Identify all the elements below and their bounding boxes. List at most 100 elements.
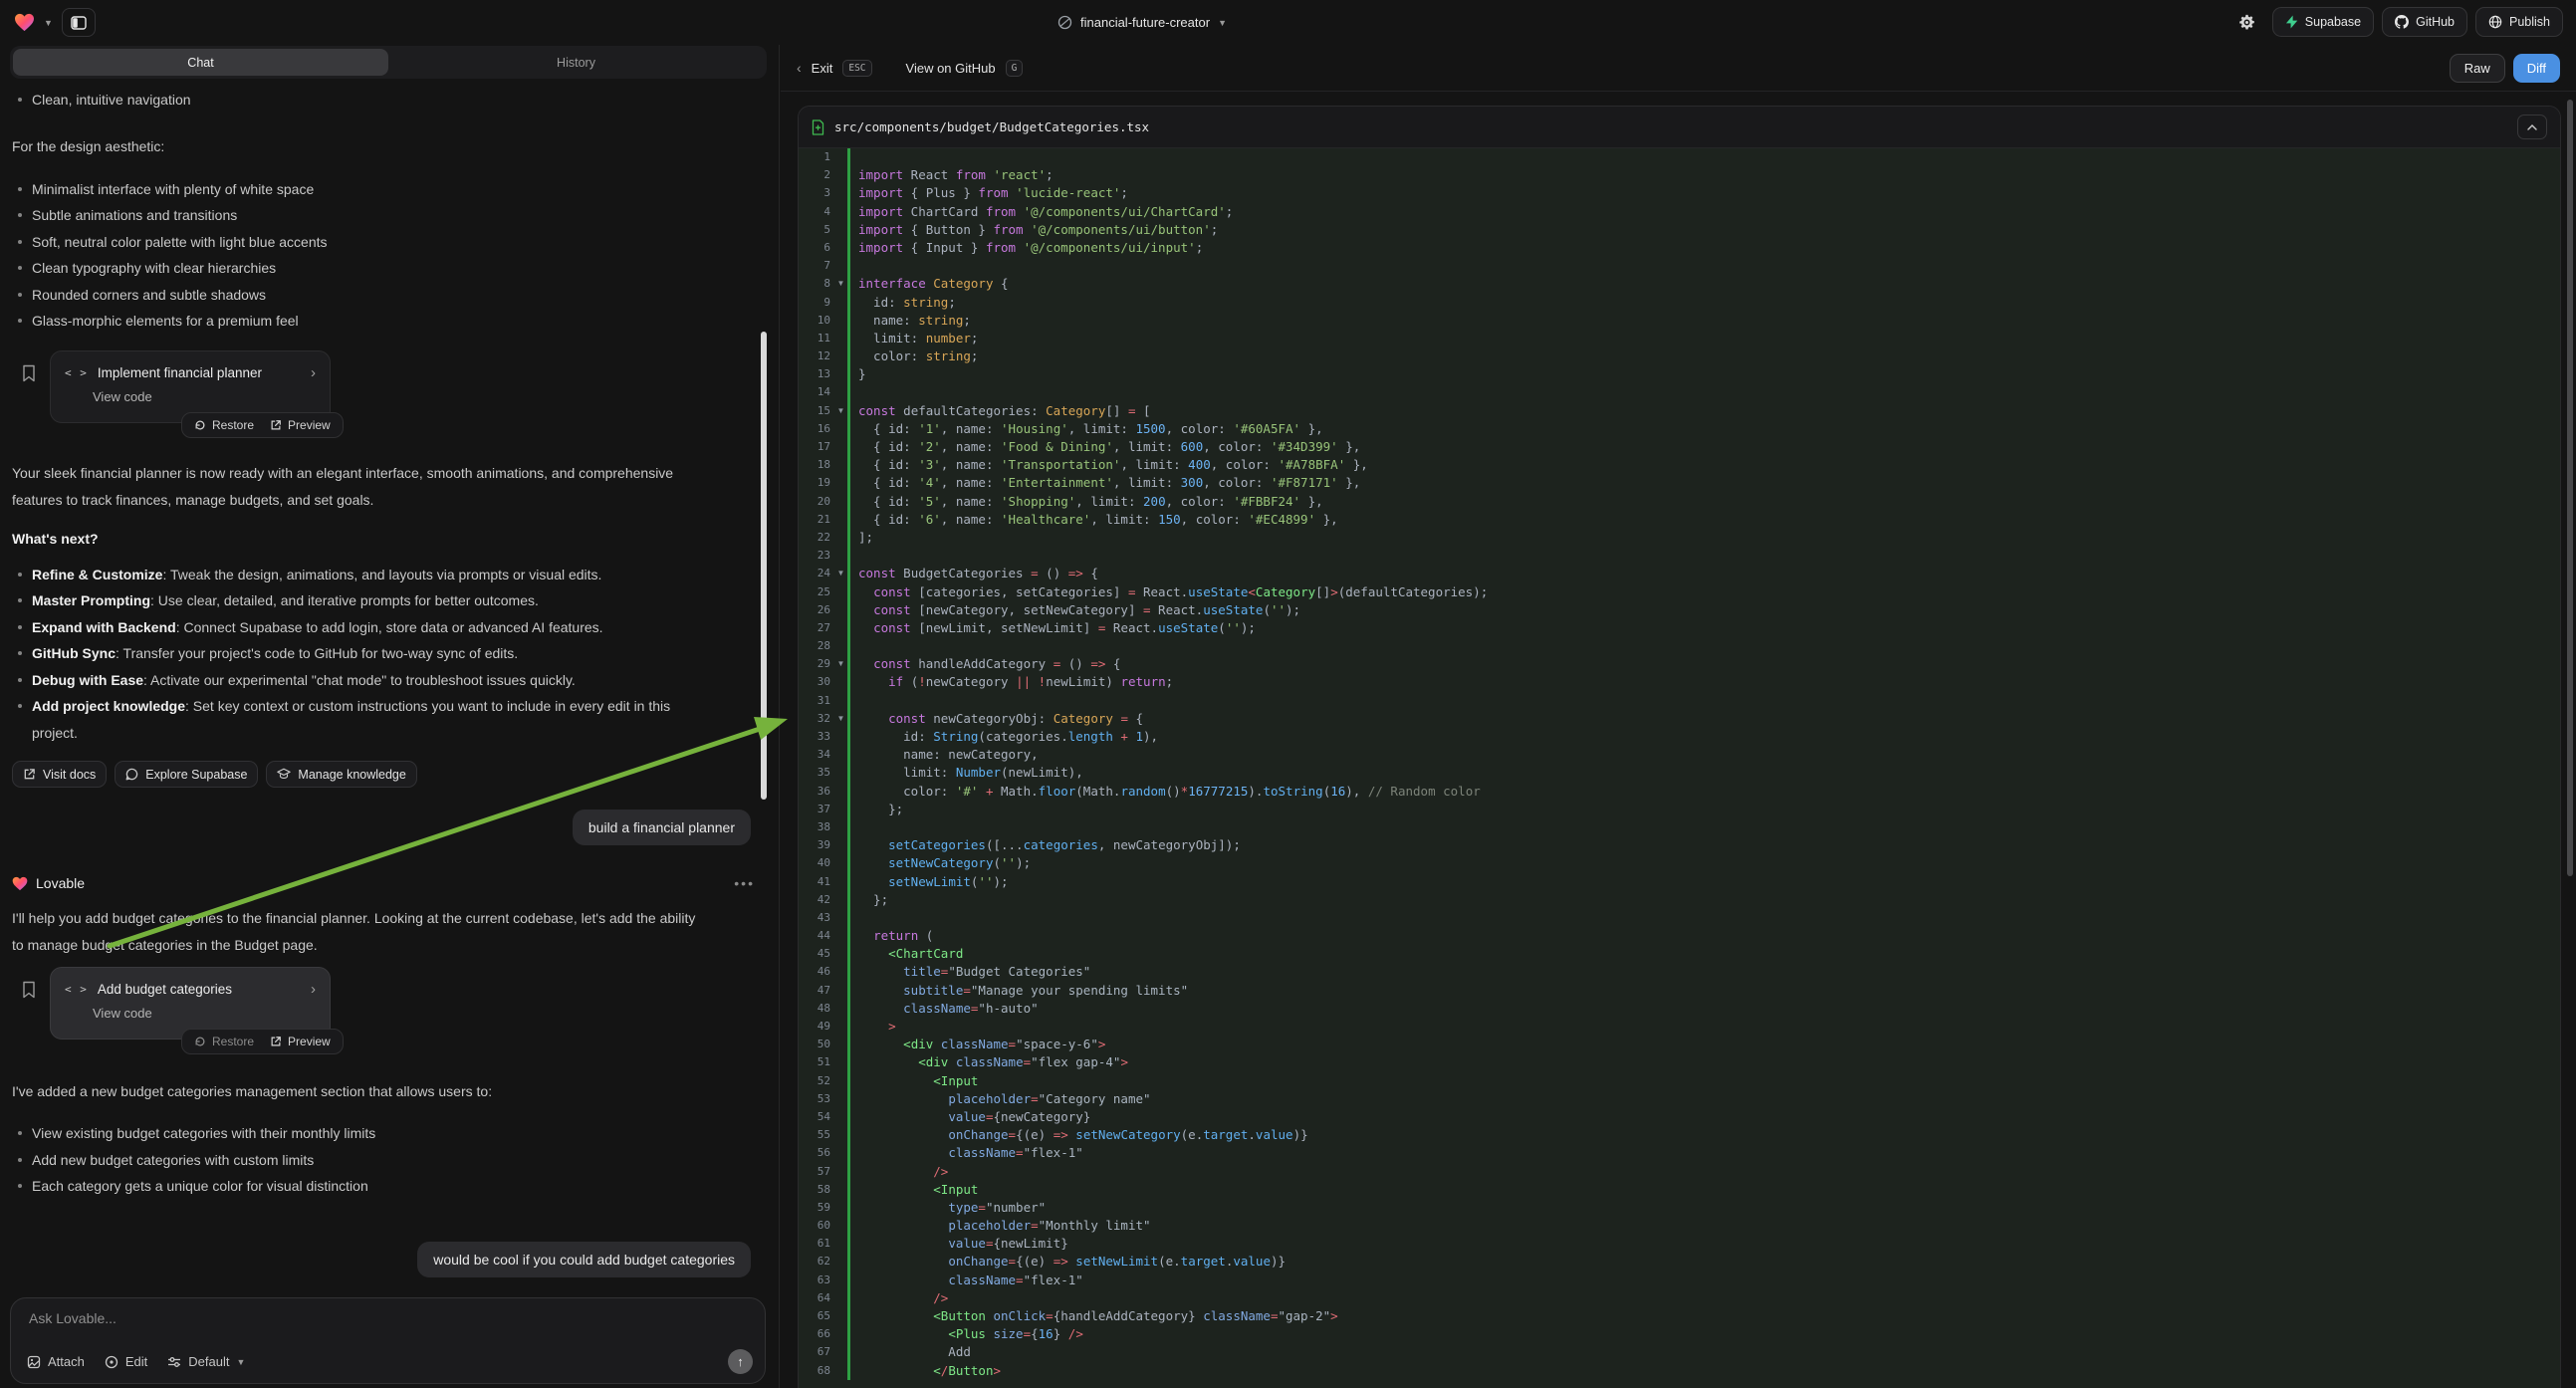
code-line: 32▼ const newCategoryObj: Category = { xyxy=(799,710,2560,728)
code-text: limit: number; xyxy=(858,330,978,347)
chat-input[interactable] xyxy=(29,1310,747,1344)
line-number: 15 xyxy=(799,402,834,420)
attach-button[interactable]: Attach xyxy=(27,1354,85,1369)
code-line: 38 xyxy=(799,818,2560,836)
diff-toggle-button[interactable]: Diff xyxy=(2513,54,2560,83)
fold-spacer xyxy=(834,1018,847,1036)
fold-chevron-icon[interactable]: ▼ xyxy=(834,275,847,293)
collapse-file-button[interactable] xyxy=(2517,115,2547,139)
mode-selector[interactable]: Default ▼ xyxy=(167,1354,245,1369)
attach-image-icon xyxy=(27,1355,41,1369)
fold-spacer xyxy=(834,511,847,529)
code-text: }; xyxy=(858,891,888,909)
diff-added-gutter-bar xyxy=(847,257,850,275)
chat-message-list[interactable]: Clean, intuitive navigation For the desi… xyxy=(0,81,779,1293)
fold-spacer xyxy=(834,1181,847,1199)
fold-chevron-icon[interactable]: ▼ xyxy=(834,402,847,420)
code-line: 58 <Input xyxy=(799,1181,2560,1199)
fold-spacer xyxy=(834,438,847,456)
line-number: 14 xyxy=(799,383,834,401)
diff-added-gutter-bar xyxy=(847,891,850,909)
fold-chevron-icon[interactable]: ▼ xyxy=(834,710,847,728)
bookmark-icon[interactable] xyxy=(22,981,36,999)
code-text: className="h-auto" xyxy=(858,1000,1039,1018)
github-icon xyxy=(2395,15,2409,29)
code-line: 16 { id: '1', name: 'Housing', limit: 15… xyxy=(799,420,2560,438)
settings-button[interactable] xyxy=(2230,7,2264,37)
diff-added-gutter-bar xyxy=(847,294,850,312)
chevron-right-icon: › xyxy=(311,364,316,381)
code-line: 7 xyxy=(799,257,2560,275)
line-number: 9 xyxy=(799,294,834,312)
diff-added-gutter-bar xyxy=(847,927,850,945)
publish-button[interactable]: Publish xyxy=(2475,7,2563,37)
assistant-message-text: Your sleek financial planner is now read… xyxy=(12,460,709,514)
code-text: title="Budget Categories" xyxy=(858,963,1090,981)
code-line: 25 const [categories, setCategories] = R… xyxy=(799,583,2560,601)
arrow-up-icon: ↑ xyxy=(737,1354,744,1369)
fold-spacer xyxy=(834,1000,847,1018)
code-text: { id: '3', name: 'Transportation', limit… xyxy=(858,456,1368,474)
code-scrollbar-thumb[interactable] xyxy=(2567,100,2573,876)
fold-spacer xyxy=(834,294,847,312)
lovable-heart-logo-icon[interactable] xyxy=(14,13,35,32)
line-number: 24 xyxy=(799,565,834,582)
raw-toggle-button[interactable]: Raw xyxy=(2450,54,2505,83)
fold-chevron-icon[interactable]: ▼ xyxy=(834,565,847,582)
view-code-link[interactable]: View code xyxy=(93,389,316,404)
diff-added-gutter-bar xyxy=(847,673,850,691)
preview-button[interactable]: Preview xyxy=(270,1035,331,1048)
version-card-title: Implement financial planner xyxy=(98,365,301,380)
chevron-down-icon[interactable]: ▼ xyxy=(44,18,53,28)
code-line: 4import ChartCard from '@/components/ui/… xyxy=(799,203,2560,221)
code-line: 36 color: '#' + Math.floor(Math.random()… xyxy=(799,783,2560,801)
chat-scrollbar-thumb[interactable] xyxy=(761,332,767,800)
diff-added-gutter-bar xyxy=(847,529,850,547)
exit-button[interactable]: Exit xyxy=(812,61,833,76)
code-editor-area[interactable]: 12import React from 'react';3import { Pl… xyxy=(799,148,2560,1388)
restore-button[interactable]: Restore xyxy=(194,1035,254,1048)
fold-chevron-icon[interactable]: ▼ xyxy=(834,655,847,673)
list-item: Glass-morphic elements for a premium fee… xyxy=(12,308,709,335)
tab-history[interactable]: History xyxy=(388,49,764,76)
fold-spacer xyxy=(834,312,847,330)
line-number: 52 xyxy=(799,1072,834,1090)
restore-button[interactable]: Restore xyxy=(194,418,254,432)
chevron-left-icon[interactable]: ‹ xyxy=(797,60,802,76)
line-number: 19 xyxy=(799,474,834,492)
project-switcher[interactable]: financial-future-creator ▼ xyxy=(1057,0,1227,45)
tab-chat[interactable]: Chat xyxy=(13,49,388,76)
github-button[interactable]: GitHub xyxy=(2382,7,2467,37)
fold-spacer xyxy=(834,909,847,927)
manage-knowledge-button[interactable]: Manage knowledge xyxy=(266,761,416,788)
supabase-button[interactable]: Supabase xyxy=(2272,7,2374,37)
bookmark-icon[interactable] xyxy=(22,364,36,382)
fold-spacer xyxy=(834,1072,847,1090)
code-line: 46 title="Budget Categories" xyxy=(799,963,2560,981)
code-text: const [newCategory, setNewCategory] = Re… xyxy=(858,601,1300,619)
send-button[interactable]: ↑ xyxy=(728,1349,753,1374)
fold-spacer xyxy=(834,1144,847,1162)
visit-docs-button[interactable]: Visit docs xyxy=(12,761,107,788)
supabase-icon xyxy=(2285,15,2298,29)
explore-supabase-button[interactable]: Explore Supabase xyxy=(115,761,258,788)
file-card-header[interactable]: src/components/budget/BudgetCategories.t… xyxy=(799,107,2560,148)
diff-added-gutter-bar xyxy=(847,1289,850,1307)
diff-added-gutter-bar xyxy=(847,1217,850,1235)
fold-spacer xyxy=(834,203,847,221)
line-number: 23 xyxy=(799,547,834,565)
sidebar-toggle-button[interactable] xyxy=(62,8,96,37)
preview-button[interactable]: Preview xyxy=(270,418,331,432)
view-on-github-link[interactable]: View on GitHub xyxy=(906,61,996,76)
fold-spacer xyxy=(834,1126,847,1144)
code-text: <Button onClick={handleAddCategory} clas… xyxy=(858,1307,1338,1325)
explore-supabase-label: Explore Supabase xyxy=(145,768,247,782)
view-code-link[interactable]: View code xyxy=(93,1006,316,1021)
code-text: { id: '1', name: 'Housing', limit: 1500,… xyxy=(858,420,1323,438)
edit-button[interactable]: Edit xyxy=(105,1354,147,1369)
line-number: 59 xyxy=(799,1199,834,1217)
list-item: Debug with Ease: Activate our experiment… xyxy=(12,667,709,694)
message-menu-button[interactable]: ••• xyxy=(734,875,755,891)
diff-added-gutter-bar xyxy=(847,1163,850,1181)
diff-added-gutter-bar xyxy=(847,1144,850,1162)
